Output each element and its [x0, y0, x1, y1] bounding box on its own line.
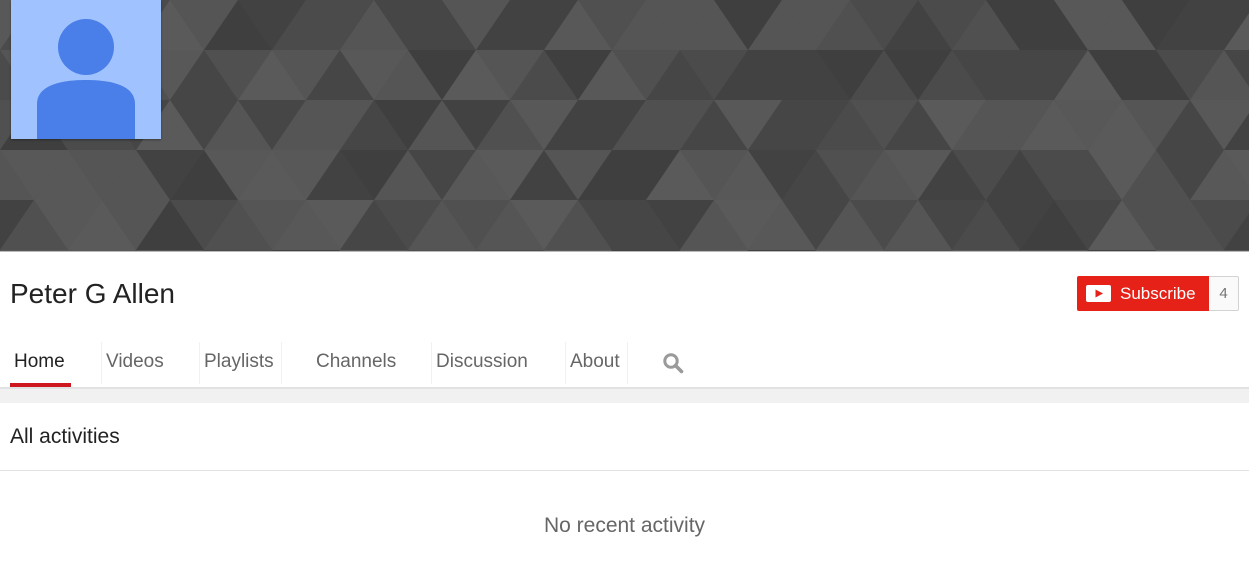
- tab-discussion[interactable]: Discussion: [436, 338, 528, 388]
- subscribe-label: Subscribe: [1120, 283, 1196, 303]
- tab-separator: [431, 342, 432, 384]
- tab-home[interactable]: Home: [14, 338, 65, 388]
- tab-channels[interactable]: Channels: [316, 338, 396, 388]
- tab-about[interactable]: About: [570, 338, 620, 388]
- avatar[interactable]: [11, 0, 161, 139]
- tab-separator: [199, 342, 200, 384]
- tab-playlists[interactable]: Playlists: [204, 338, 274, 388]
- default-user-icon: [37, 19, 135, 139]
- tab-separator: [281, 342, 282, 384]
- channel-tabs: Home Videos Playlists Channels Discussio…: [0, 338, 1249, 388]
- youtube-play-icon: [1086, 285, 1111, 302]
- subscribe-group: Subscribe 4: [1077, 276, 1239, 311]
- channel-banner: [0, 0, 1249, 251]
- tab-separator: [627, 342, 628, 384]
- search-icon: [663, 353, 684, 374]
- channel-search-button[interactable]: [660, 350, 686, 376]
- banner-pattern: [0, 0, 1249, 251]
- tab-separator: [565, 342, 566, 384]
- section-title[interactable]: All activities: [10, 423, 120, 451]
- channel-name[interactable]: Peter G Allen: [10, 276, 175, 312]
- subscribe-button[interactable]: Subscribe: [1077, 276, 1209, 311]
- channel-page: Peter G Allen Subscribe 4 Home Videos Pl…: [0, 0, 1249, 563]
- content-separator: [0, 389, 1249, 403]
- tab-videos[interactable]: Videos: [106, 338, 164, 388]
- banner-divider: [0, 251, 1249, 252]
- section-divider: [0, 470, 1249, 471]
- subscriber-count: 4: [1209, 276, 1239, 311]
- tab-separator: [101, 342, 102, 384]
- empty-state-message: No recent activity: [543, 514, 706, 537]
